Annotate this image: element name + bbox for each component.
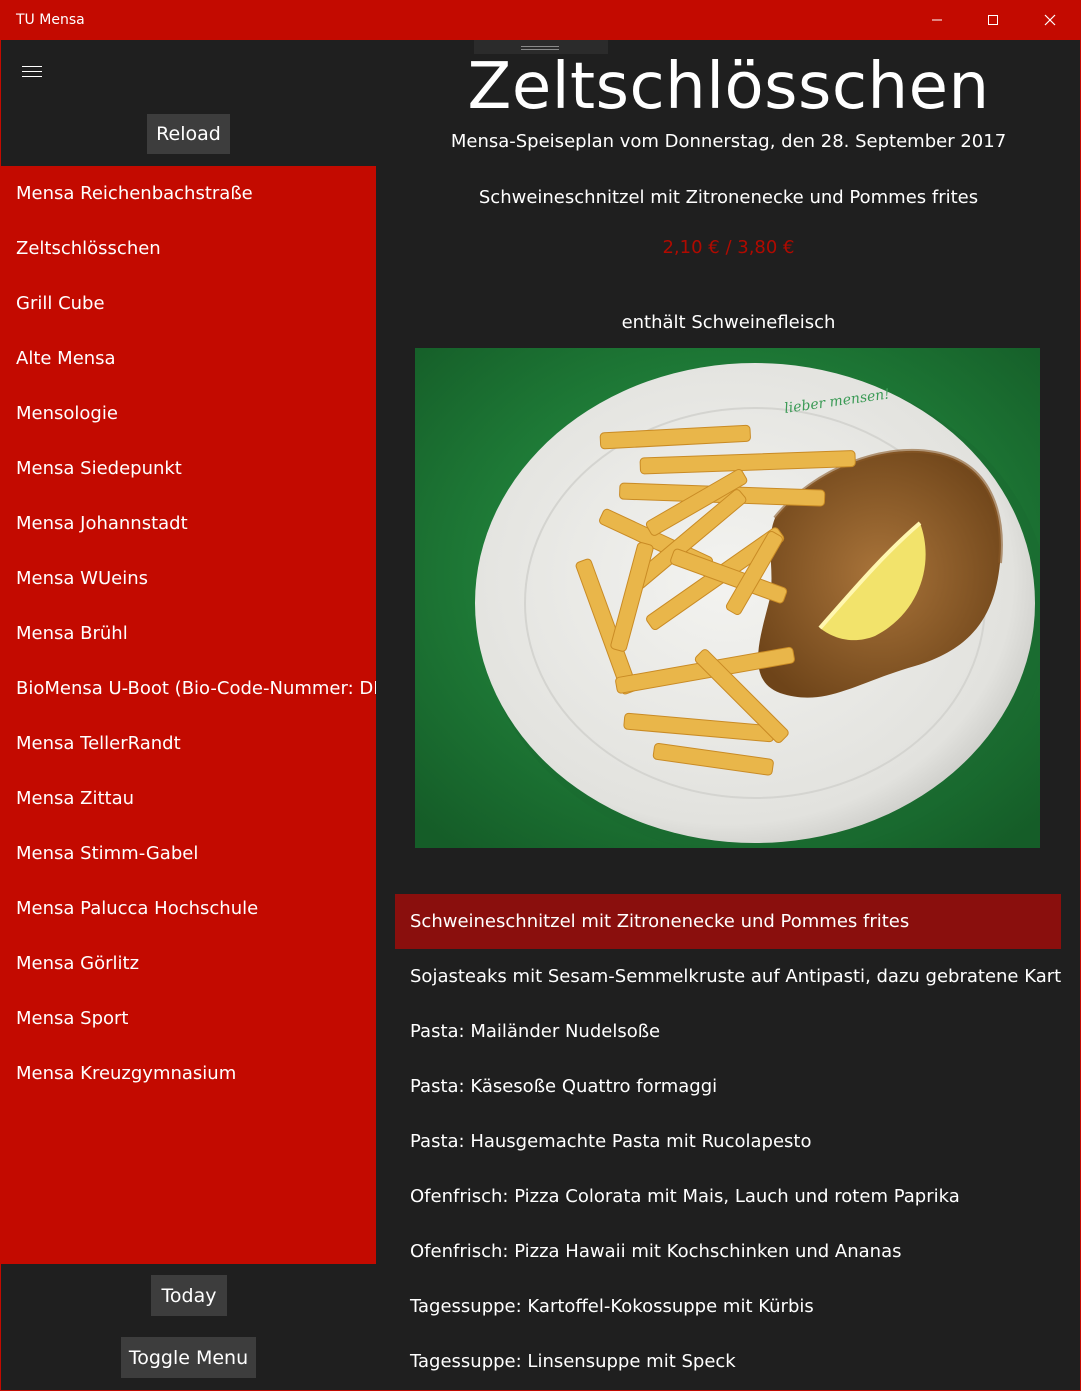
meal-list-item[interactable]: Ofenfrisch: Pizza Hawaii mit Kochschinke… xyxy=(395,1224,1061,1279)
selected-meal-notes: enthält Schweinefleisch xyxy=(621,312,836,333)
maximize-icon xyxy=(988,15,998,25)
page-title: Zeltschlösschen xyxy=(467,50,990,124)
main-content: Zeltschlösschen Mensa-Speiseplan vom Don… xyxy=(377,40,1080,1390)
meal-list-item[interactable]: Pasta: Käsesoße Quattro formaggi xyxy=(395,1059,1061,1114)
close-button[interactable] xyxy=(1022,0,1078,40)
sidebar-item-mensa[interactable]: Mensa Sport xyxy=(1,991,376,1046)
sidebar: Reload Mensa Reichenbachstraße Zeltschlös… xyxy=(1,40,376,1390)
meal-list-item[interactable]: Ofenfrisch: Pizza Colorata mit Mais, Lau… xyxy=(395,1169,1061,1224)
title-bar: TU Mensa xyxy=(0,0,1081,40)
minimize-icon xyxy=(932,19,942,21)
window-title: TU Mensa xyxy=(16,12,85,28)
sidebar-item-mensa[interactable]: Mensa TellerRandt xyxy=(1,716,376,771)
sidebar-item-mensa[interactable]: Mensa Johannstadt xyxy=(1,496,376,551)
sidebar-item-mensa[interactable]: Zeltschlösschen xyxy=(1,221,376,276)
meal-list-item[interactable]: Schweineschnitzel mit Zitronenecke und P… xyxy=(395,894,1061,949)
sidebar-item-mensa[interactable]: BioMensa U-Boot (Bio-Code-Nummer: DE xyxy=(1,661,376,716)
maximize-button[interactable] xyxy=(965,0,1021,40)
reload-button[interactable]: Reload xyxy=(147,114,230,154)
selected-meal-price: 2,10 € / 3,80 € xyxy=(662,237,795,258)
sidebar-item-mensa[interactable]: Grill Cube xyxy=(1,276,376,331)
hamburger-icon[interactable] xyxy=(22,66,42,80)
sidebar-item-mensa[interactable]: Mensa Görlitz xyxy=(1,936,376,991)
meal-list-item[interactable]: Tagessuppe: Linsensuppe mit Speck xyxy=(395,1334,1061,1389)
meal-list-item[interactable]: Sojasteaks mit Sesam-Semmelkruste auf An… xyxy=(395,949,1061,1004)
meal-list: Schweineschnitzel mit Zitronenecke und P… xyxy=(395,894,1061,1389)
sidebar-item-mensa[interactable]: Mensa Brühl xyxy=(1,606,376,661)
sidebar-item-mensa[interactable]: Mensa Zittau xyxy=(1,771,376,826)
meal-list-item[interactable]: Pasta: Hausgemachte Pasta mit Rucolapest… xyxy=(395,1114,1061,1169)
sidebar-item-mensa[interactable]: Mensologie xyxy=(1,386,376,441)
toggle-menu-button[interactable]: Toggle Menu xyxy=(121,1337,256,1378)
sidebar-item-mensa[interactable]: Mensa Stimm-Gabel xyxy=(1,826,376,881)
close-icon xyxy=(1044,14,1056,26)
minimize-button[interactable] xyxy=(909,0,965,40)
sidebar-item-mensa[interactable]: Mensa Kreuzgymnasium xyxy=(1,1046,376,1101)
sidebar-item-mensa[interactable]: Mensa Palucca Hochschule xyxy=(1,881,376,936)
meal-photo: lieber mensen! xyxy=(415,348,1040,848)
today-button[interactable]: Today xyxy=(151,1275,227,1316)
meal-list-item[interactable]: Tagessuppe: Kartoffel-Kokossuppe mit Kür… xyxy=(395,1279,1061,1334)
menu-date-subtitle: Mensa-Speiseplan vom Donnerstag, den 28.… xyxy=(450,131,1007,152)
sidebar-item-mensa[interactable]: Alte Mensa xyxy=(1,331,376,386)
mensa-list: Mensa Reichenbachstraße Zeltschlösschen Gr… xyxy=(1,166,376,1264)
meal-list-item[interactable]: Pasta: Mailänder Nudelsoße xyxy=(395,1004,1061,1059)
sidebar-item-mensa[interactable]: Mensa Siedepunkt xyxy=(1,441,376,496)
sidebar-item-mensa[interactable]: Mensa WUeins xyxy=(1,551,376,606)
selected-meal-name: Schweineschnitzel mit Zitronenecke und P… xyxy=(478,187,979,208)
sidebar-item-mensa[interactable]: Mensa Reichenbachstraße xyxy=(1,166,376,221)
